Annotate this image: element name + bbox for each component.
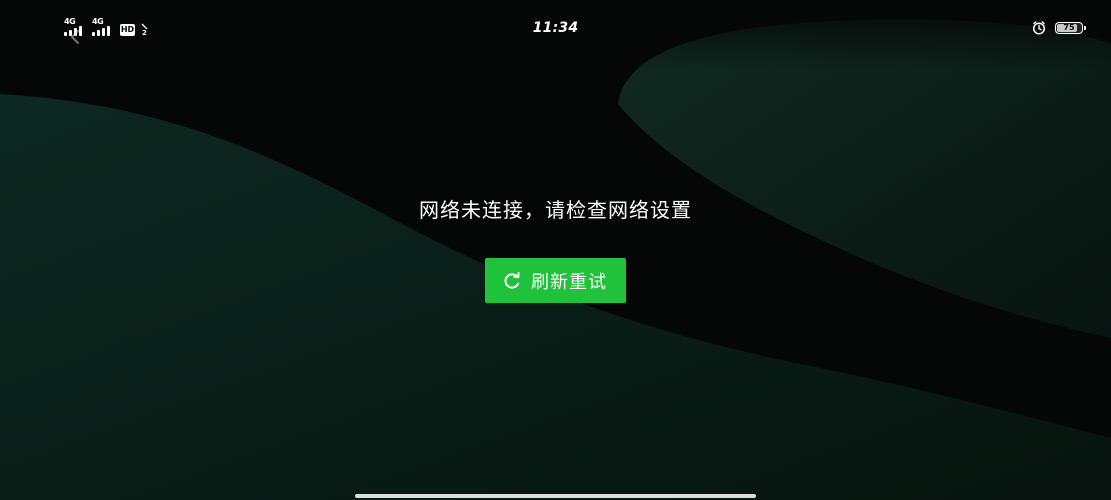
- status-time: 11:34: [532, 20, 579, 36]
- home-indicator[interactable]: [355, 494, 756, 498]
- alarm-icon: [1032, 21, 1046, 35]
- screen: 4G 4G HD 2 11:34 75 网络未连接，请检查网络设置 刷新重试: [0, 0, 1111, 500]
- status-bar: 4G 4G HD 2 11:34 75: [0, 0, 1111, 56]
- network-error-message: 网络未连接，请检查网络设置: [419, 198, 692, 222]
- battery-level-text: 75: [1063, 23, 1075, 32]
- refresh-icon: [504, 271, 520, 289]
- status-right: 75: [1031, 20, 1086, 36]
- refresh-retry-button[interactable]: 刷新重试: [485, 258, 626, 303]
- battery-icon: 75: [1055, 22, 1086, 34]
- retry-button-label: 刷新重试: [531, 271, 607, 293]
- battery-tip: [1084, 26, 1086, 30]
- background-waves: [0, 0, 1111, 500]
